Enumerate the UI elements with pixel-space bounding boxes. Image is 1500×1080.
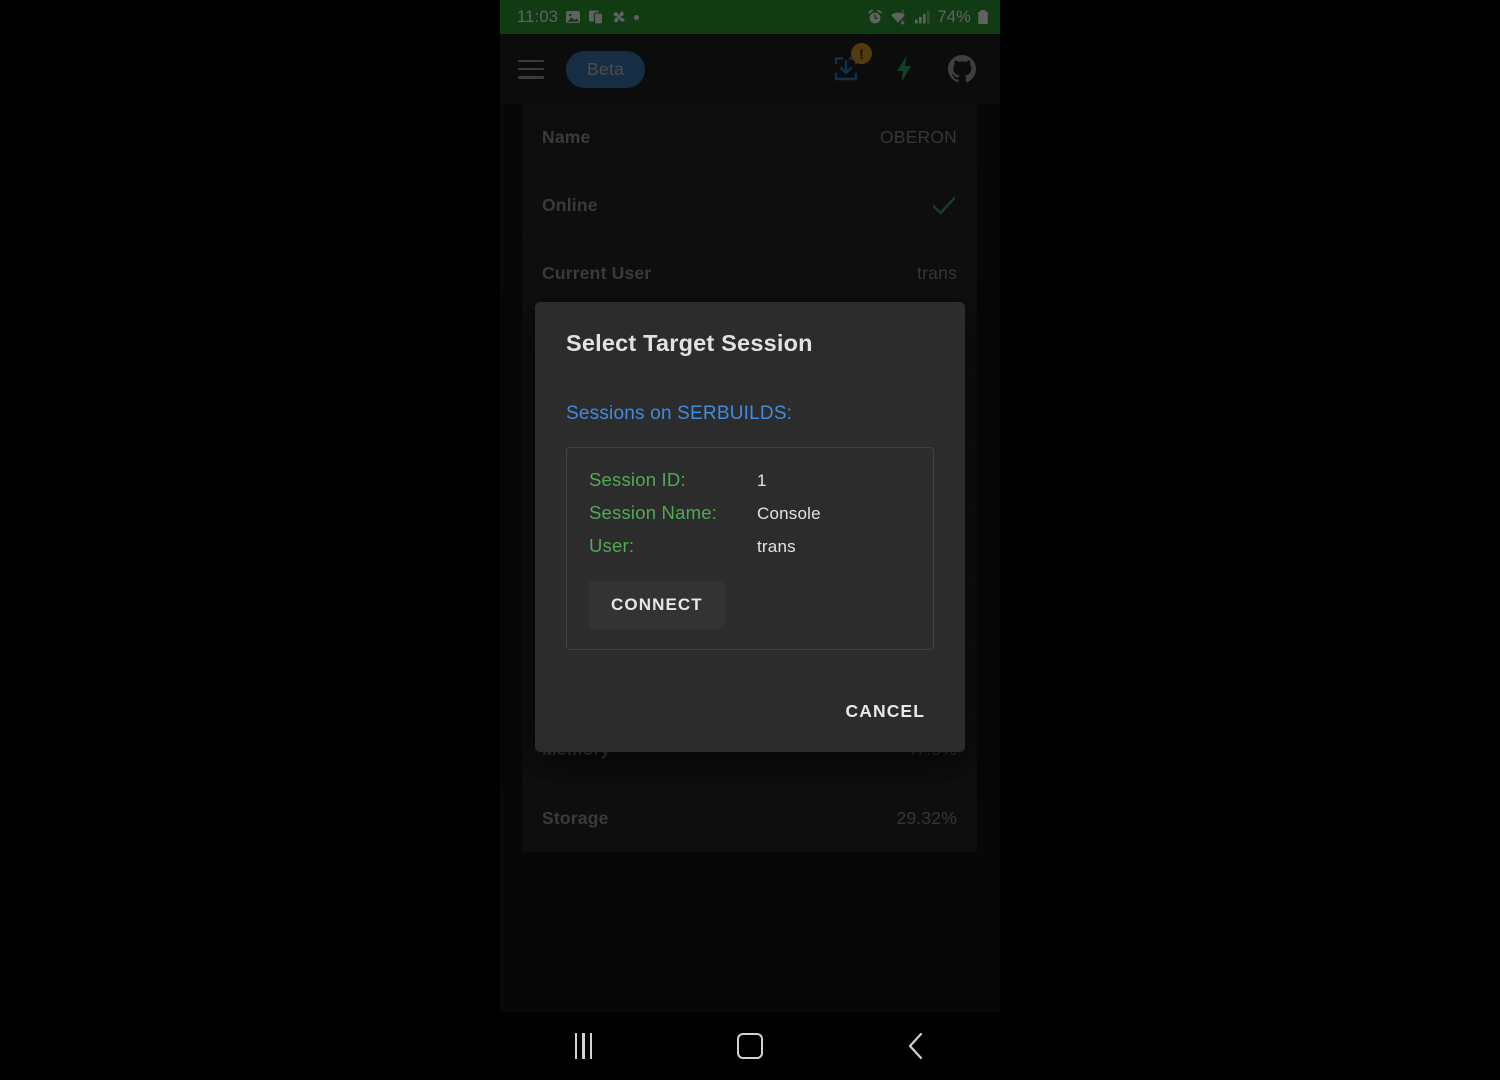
back-chevron-icon[interactable] (882, 1018, 952, 1074)
session-user-field: User: trans (589, 535, 911, 557)
session-name-value: Console (757, 504, 821, 523)
connect-button[interactable]: CONNECT (589, 581, 725, 629)
home-icon[interactable] (715, 1018, 785, 1074)
session-id-label: Session ID: (589, 469, 686, 490)
dialog-subtitle: Sessions on SERBUILDS: (566, 403, 793, 424)
session-user-value: trans (757, 537, 796, 556)
session-id-value: 1 (757, 471, 767, 490)
dialog-actions: CANCEL (833, 691, 937, 732)
recents-icon[interactable] (548, 1018, 618, 1074)
session-name-field: Session Name: Console (589, 502, 911, 524)
session-user-label: User: (589, 535, 635, 556)
android-nav-bar (500, 1012, 1000, 1080)
select-target-session-dialog: Select Target Session Sessions on SERBUI… (535, 302, 965, 752)
session-card[interactable]: Session ID: 1 Session Name: Console User… (566, 447, 934, 650)
dialog-title: Select Target Session (566, 330, 813, 356)
screen-root: 11:03 6 (0, 0, 1500, 1080)
session-name-label: Session Name: (589, 502, 718, 523)
cancel-button[interactable]: CANCEL (833, 691, 937, 732)
session-id-field: Session ID: 1 (589, 469, 911, 491)
